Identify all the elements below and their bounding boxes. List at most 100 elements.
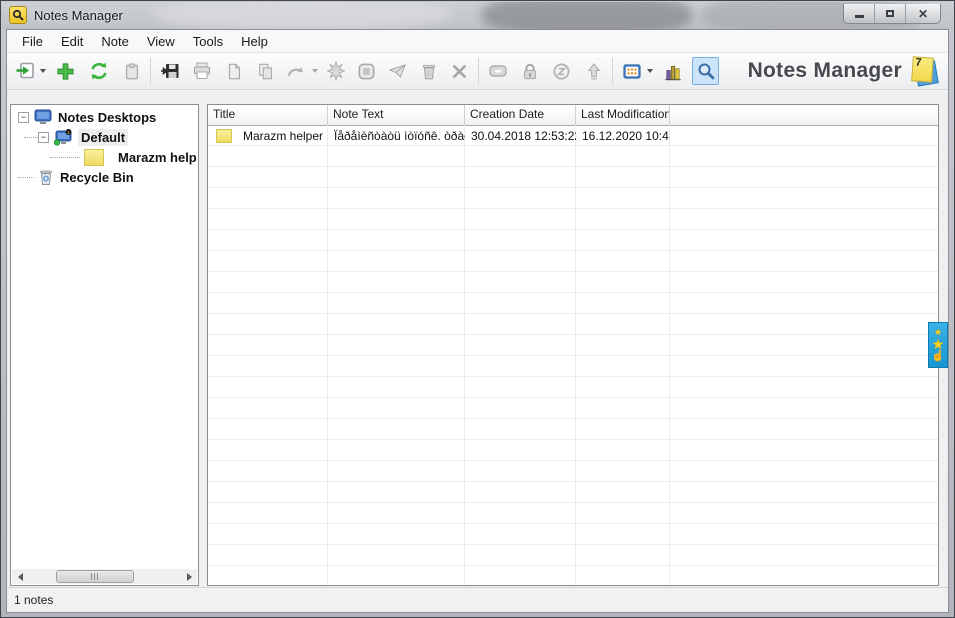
- tree-item-notes-desktops[interactable]: − Notes Desktops: [12, 107, 197, 127]
- window-controls: ✕: [843, 4, 941, 24]
- trash-button[interactable]: [415, 57, 442, 85]
- menu-tools[interactable]: Tools: [184, 32, 232, 51]
- minimize-button[interactable]: [844, 4, 875, 23]
- effects-button[interactable]: [322, 57, 349, 85]
- search-button[interactable]: [692, 57, 719, 85]
- collapse-toggle[interactable]: −: [18, 111, 29, 123]
- note-icon: [84, 148, 104, 166]
- note-title: Marazm helper: [243, 128, 324, 143]
- desktops-tree-panel: − Notes Desktops − 1 Default Marazm help…: [10, 104, 199, 586]
- scroll-right-button[interactable]: [181, 569, 197, 584]
- view-mode-dropdown[interactable]: [647, 69, 653, 73]
- restore-button[interactable]: [875, 4, 906, 23]
- status-bar: 1 notes: [7, 587, 948, 612]
- recycle-bin-icon: [40, 170, 52, 185]
- tree-item-recycle-bin[interactable]: Recycle Bin: [12, 167, 197, 187]
- new-page-button[interactable]: [220, 57, 247, 85]
- trash-icon: [422, 64, 435, 79]
- note-text: Ïåðåìèñòàòü ìòïóñê. òðàò...: [334, 128, 465, 143]
- column-header-title[interactable]: Title: [208, 105, 328, 125]
- note-last-modification: 16.12.2020 10:4...: [582, 128, 670, 143]
- menu-view[interactable]: View: [138, 32, 184, 51]
- menu-note[interactable]: Note: [92, 32, 137, 51]
- add-note-icon: [57, 62, 74, 80]
- title-bar[interactable]: Notes Manager ✕: [2, 2, 953, 29]
- scrollbar-track[interactable]: [28, 569, 181, 584]
- priority-button[interactable]: [580, 57, 607, 85]
- table-body: Marazm helper Ïåðåìèñòàòü ìòïóñê. òðàò..…: [208, 125, 938, 585]
- stop-icon: [358, 63, 375, 79]
- redo-icon: [287, 67, 304, 77]
- table-row[interactable]: Marazm helper Ïåðåìèñòàòü ìòïóñê. òðàò..…: [208, 125, 938, 146]
- tree-item-label: Default: [78, 128, 129, 146]
- redo-dropdown[interactable]: [312, 69, 318, 73]
- desktop-active-icon: 1: [54, 128, 72, 146]
- toolbar: Notes Manager 7: [7, 52, 948, 90]
- print-button[interactable]: [188, 57, 215, 85]
- scroll-left-button[interactable]: [12, 569, 28, 584]
- effects-icon: [325, 61, 346, 81]
- table-header: Title Note Text Creation Date Last Modif…: [208, 105, 938, 126]
- print-icon: [193, 62, 210, 79]
- star-large-icon[interactable]: ★: [932, 337, 945, 351]
- column-header-last-modification[interactable]: Last Modification: [576, 105, 670, 125]
- desktops-tree: − Notes Desktops − 1 Default Marazm help…: [12, 107, 197, 568]
- copy-icon: [258, 63, 272, 79]
- svg-text:1: 1: [67, 129, 70, 135]
- close-icon: ✕: [917, 6, 929, 21]
- menu-file[interactable]: File: [13, 32, 52, 51]
- lock-button[interactable]: [516, 57, 543, 85]
- brand-logo-badge: 7: [911, 55, 934, 83]
- tree-item-label: Notes Desktops: [58, 109, 157, 125]
- restore-icon: [886, 10, 894, 17]
- client-area: File Edit Note View Tools Help Notes Man…: [6, 29, 949, 613]
- send-button[interactable]: [384, 57, 411, 85]
- note-icon: [216, 128, 232, 143]
- save-icon: [160, 64, 178, 78]
- menu-help[interactable]: Help: [232, 32, 277, 51]
- open-desktop-icon: [16, 62, 34, 79]
- scroll-left-icon: [17, 572, 23, 581]
- redo-button[interactable]: [283, 57, 310, 85]
- tree-connector: [18, 176, 34, 178]
- add-note-button[interactable]: [52, 57, 79, 85]
- sleep-button[interactable]: [548, 57, 575, 85]
- rating-widget[interactable]: ★ ★ ☝: [928, 322, 948, 368]
- app-window: Notes Manager ✕ File Edit Note View Tool…: [0, 0, 955, 618]
- new-page-icon: [228, 63, 240, 79]
- tree-connector: [50, 156, 80, 158]
- scroll-right-icon: [186, 572, 192, 581]
- hide-button[interactable]: [484, 57, 511, 85]
- column-header-creation-date[interactable]: Creation Date: [465, 105, 576, 125]
- open-desktop-button[interactable]: [11, 57, 38, 85]
- magnifier-icon: [12, 9, 24, 21]
- column-header-note-text[interactable]: Note Text: [328, 105, 465, 125]
- menu-bar: File Edit Note View Tools Help: [7, 30, 948, 52]
- stop-button[interactable]: [353, 57, 380, 85]
- tree-horizontal-scrollbar[interactable]: [12, 569, 197, 584]
- panel-splitter[interactable]: [199, 104, 207, 586]
- paste-button[interactable]: [118, 57, 145, 85]
- close-button[interactable]: ✕: [906, 4, 940, 23]
- window-title: Notes Manager: [34, 7, 123, 23]
- tree-item-default[interactable]: − 1 Default: [12, 127, 197, 147]
- save-button[interactable]: [156, 57, 183, 85]
- aero-glass-highlight: [152, 2, 452, 29]
- statistics-button[interactable]: [659, 57, 686, 85]
- scrollbar-thumb[interactable]: [55, 570, 135, 583]
- priority-up-icon: [587, 62, 600, 80]
- open-desktop-dropdown[interactable]: [40, 69, 46, 73]
- collapse-toggle[interactable]: −: [38, 131, 49, 143]
- copy-button[interactable]: [252, 57, 279, 85]
- delete-button[interactable]: [446, 57, 473, 85]
- tree-item-marazm-helper[interactable]: Marazm helper: [12, 147, 197, 167]
- view-mode-button[interactable]: [618, 57, 645, 85]
- delete-x-icon: [453, 64, 466, 78]
- app-icon: [9, 6, 27, 24]
- toolbar-separator: [150, 58, 151, 84]
- menu-edit[interactable]: Edit: [52, 32, 92, 51]
- note-creation-date: 30.04.2018 12:53:22: [471, 128, 576, 143]
- notes-table-panel: Title Note Text Creation Date Last Modif…: [207, 104, 939, 586]
- refresh-button[interactable]: [85, 57, 112, 85]
- tree-item-label: Recycle Bin: [60, 169, 134, 185]
